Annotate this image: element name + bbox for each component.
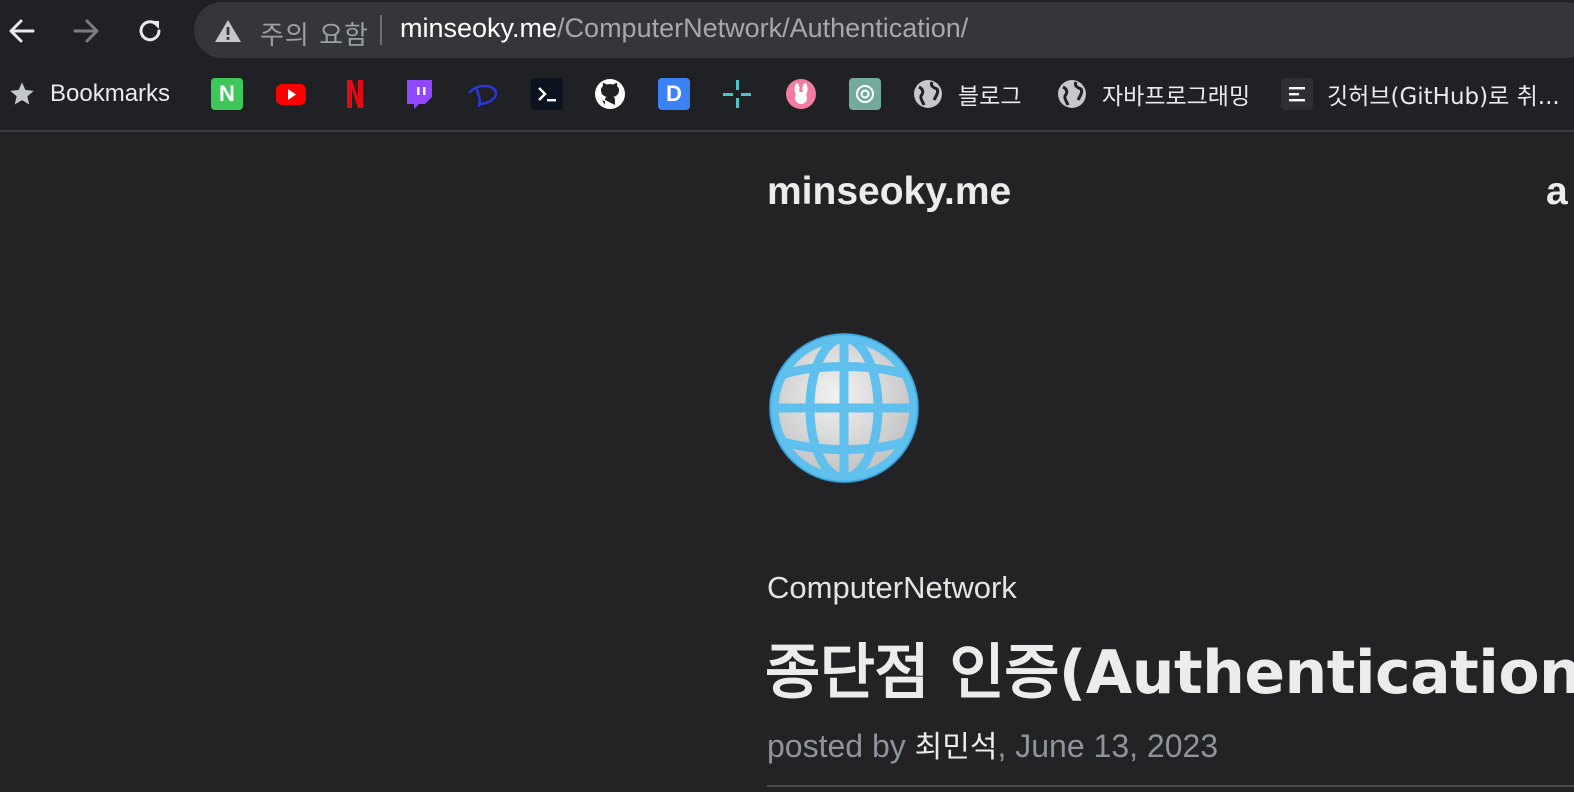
bookmark-netflix[interactable] <box>339 62 371 126</box>
chatgpt-icon <box>849 78 881 110</box>
globe-icon <box>1058 80 1086 108</box>
posted-by-label: posted by <box>767 728 915 764</box>
bookmark-terminal[interactable] <box>531 62 563 126</box>
browser-toolbar: 주의 요함 minseoky.me/ComputerNetwork/Authen… <box>0 0 1574 62</box>
bookmark-label: 자바프로그래밍 <box>1102 84 1251 110</box>
back-arrow-icon <box>9 19 35 43</box>
bookmark-disney[interactable] <box>467 62 499 126</box>
warning-icon[interactable] <box>214 18 242 44</box>
address-bar[interactable]: 주의 요함 minseoky.me/ComputerNetwork/Authen… <box>194 2 1574 58</box>
bookmark-github[interactable] <box>594 62 626 126</box>
youtube-icon <box>276 84 306 105</box>
post-title: 종단점 인증(Authentication) <box>765 638 1574 708</box>
bookmark-chatgpt[interactable] <box>849 62 881 126</box>
bookmarks-folder-label: Bookmarks <box>50 80 171 107</box>
url-path: /ComputerNetwork/Authentication/ <box>557 13 969 43</box>
post-meta: posted by 최민석, June 13, 2023 <box>767 722 1218 766</box>
bookmarks-bar: Bookmarks N D 블로그 자바프로그래밍 깃허브(GitHub)로 취… <box>0 62 1574 132</box>
terminal-icon <box>531 78 563 110</box>
bookmark-github-job[interactable]: 깃허브(GitHub)로 취... <box>1281 62 1560 126</box>
bookmark-label: 깃허브(GitHub)로 취... <box>1327 84 1560 110</box>
forward-arrow-icon <box>73 19 99 43</box>
rabbit-icon <box>786 79 816 109</box>
url-host: minseoky.me <box>400 13 558 43</box>
nav-link-partial[interactable]: a <box>1546 170 1568 214</box>
site-title[interactable]: minseoky.me <box>767 170 1011 214</box>
bookmark-youtube[interactable] <box>275 62 307 126</box>
star-icon <box>10 82 34 105</box>
bookmark-blog[interactable]: 블로그 <box>912 62 1021 126</box>
disney-plus-icon <box>468 84 498 108</box>
address-separator <box>380 15 382 45</box>
naver-icon: N <box>211 78 243 110</box>
netflix-icon <box>347 80 363 108</box>
reload-button[interactable] <box>131 12 169 50</box>
url-text[interactable]: minseoky.me/ComputerNetwork/Authenticati… <box>400 13 968 44</box>
bookmark-rabbit[interactable] <box>785 62 817 126</box>
document-icon <box>1281 78 1313 110</box>
bookmark-twitch[interactable] <box>403 62 435 126</box>
bookmark-dp[interactable]: D <box>658 62 690 126</box>
github-icon <box>595 79 625 109</box>
bookmarks-folder[interactable]: Bookmarks <box>8 62 170 126</box>
post-author: 최민석 <box>914 730 998 765</box>
security-status[interactable]: 주의 요함 <box>260 15 369 52</box>
forward-button[interactable] <box>67 12 105 50</box>
bookmark-slack-like[interactable] <box>721 62 753 126</box>
reload-icon <box>139 20 161 42</box>
back-button[interactable] <box>3 12 41 50</box>
post-date: , June 13, 2023 <box>997 728 1219 764</box>
bookmark-java-programming[interactable]: 자바프로그래밍 <box>1056 62 1250 126</box>
twitch-icon <box>407 80 432 109</box>
globe-icon <box>914 80 942 108</box>
post-category[interactable]: ComputerNetwork <box>767 570 1017 606</box>
bookmark-label: 블로그 <box>958 84 1022 110</box>
globe-icon <box>769 333 919 483</box>
content-divider <box>767 785 1574 787</box>
bookmark-naver[interactable]: N <box>211 62 243 126</box>
dp-icon: D <box>658 78 690 110</box>
slack-like-icon <box>723 80 751 108</box>
